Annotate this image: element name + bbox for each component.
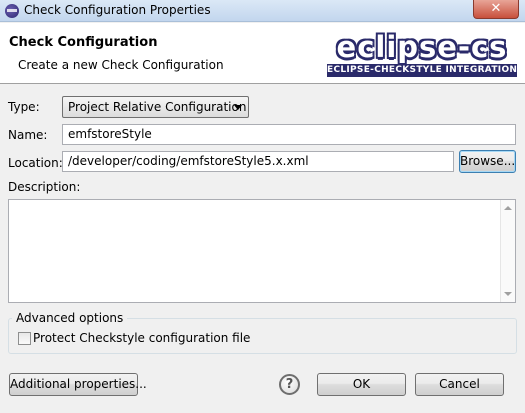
location-input[interactable]: /developer/coding/emfstoreStyle5.x.xml	[62, 151, 454, 172]
scroll-down-arrow-icon[interactable]	[504, 292, 512, 296]
eclipse-icon	[5, 4, 19, 18]
chevron-down-icon	[234, 105, 242, 110]
title-bar[interactable]: Check Configuration Properties ✕	[0, 0, 525, 22]
help-icon[interactable]: ?	[279, 374, 300, 395]
window-title: Check Configuration Properties	[24, 3, 211, 17]
cancel-button[interactable]: Cancel	[415, 373, 504, 396]
type-dropdown[interactable]: Project Relative Configuration	[62, 96, 249, 118]
logo-main-text: eclipse-cs	[336, 30, 508, 64]
ok-button[interactable]: OK	[317, 373, 406, 396]
protect-config-checkbox[interactable]	[18, 332, 31, 345]
type-dropdown-value: Project Relative Configuration	[68, 100, 247, 114]
location-label: Location:	[8, 156, 63, 170]
advanced-options-title: Advanced options	[12, 311, 128, 325]
protect-config-label[interactable]: Protect Checkstyle configuration file	[33, 331, 250, 345]
logo-tagline: ECLIPSE-CHECKSTYLE INTEGRATION	[327, 64, 517, 77]
scroll-up-arrow-icon[interactable]	[504, 206, 512, 210]
eclipse-cs-logo: eclipse-cs ECLIPSE-CHECKSTYLE INTEGRATIO…	[325, 31, 519, 79]
name-label: Name:	[8, 128, 48, 142]
dialog-window: Check Configuration Properties ✕ Check C…	[0, 0, 525, 413]
description-scrollbar[interactable]	[500, 200, 515, 302]
page-title: Check Configuration	[9, 35, 158, 50]
page-subtitle: Create a new Check Configuration	[18, 58, 224, 72]
additional-properties-button[interactable]: Additional properties...	[9, 373, 147, 396]
description-textarea[interactable]	[8, 199, 516, 303]
browse-button[interactable]: Browse...	[459, 150, 516, 173]
name-input[interactable]: emfstoreStyle	[62, 124, 516, 145]
description-label: Description:	[8, 180, 81, 194]
header-banner: Check Configuration Create a new Check C…	[0, 23, 525, 84]
close-button[interactable]: ✕	[473, 0, 519, 19]
type-label: Type:	[8, 100, 40, 114]
